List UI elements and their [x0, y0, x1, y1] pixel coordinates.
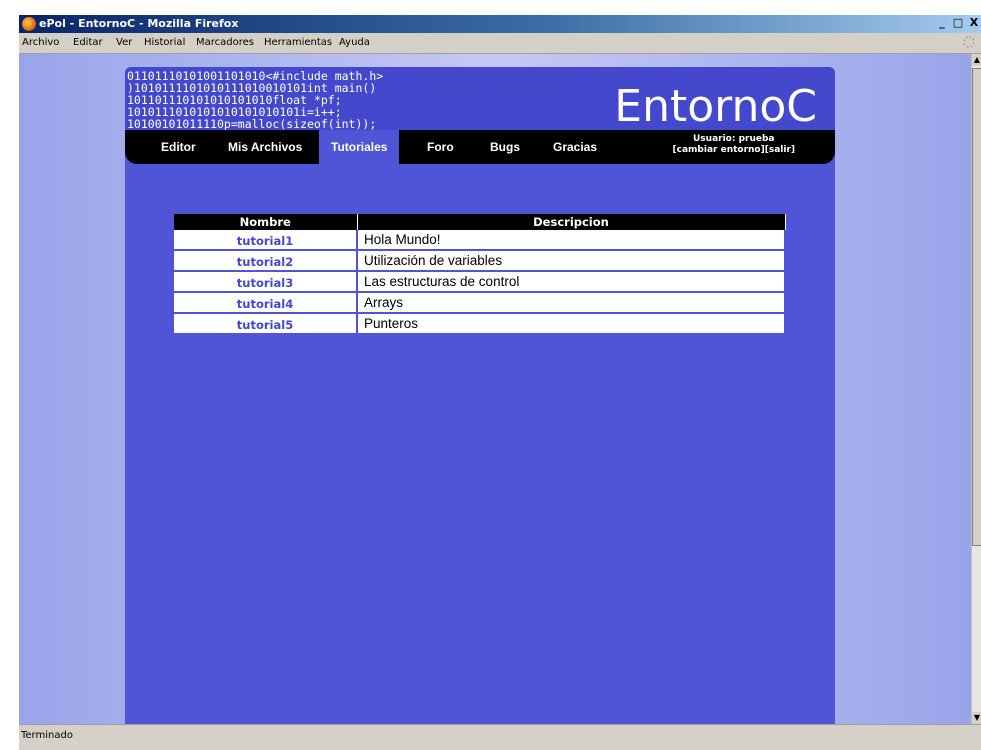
firefox-icon	[22, 17, 36, 31]
close-button[interactable]: X	[967, 17, 981, 30]
tutorial-link[interactable]: tutorial4	[237, 297, 293, 311]
tutorial-link[interactable]: tutorial1	[237, 234, 293, 248]
nav-editor[interactable]: Editor	[161, 140, 196, 154]
table-row: tutorial1 Hola Mundo!	[174, 230, 786, 251]
table-row: tutorial3 Las estructuras de control	[174, 271, 786, 293]
table-cell-name: tutorial4	[174, 292, 358, 314]
column-header-descripcion: Descripcion	[357, 214, 786, 230]
site-container: 01101110101001101010<#include math.h> )1…	[125, 67, 835, 724]
table-cell-name: tutorial5	[174, 313, 358, 335]
table-header-row: Nombre Descripcion	[174, 214, 786, 230]
table-cell-name: tutorial3	[174, 271, 358, 293]
window-controls: _ □ X	[935, 17, 981, 30]
table-cell-name: tutorial2	[174, 250, 358, 272]
scroll-up-icon[interactable]: ▲	[972, 54, 981, 66]
code-line-5: 10100101011110p=malloc(sizeof(int));	[127, 117, 377, 131]
menu-marcadores[interactable]: Marcadores	[196, 37, 254, 48]
browser-window: ePol - EntornoC - Mozilla Firefox _ □ X …	[19, 15, 981, 750]
table-row: tutorial5 Punteros	[174, 313, 786, 335]
scroll-thumb[interactable]	[972, 68, 981, 546]
nav-foro[interactable]: Foro	[427, 140, 454, 154]
nav-bugs[interactable]: Bugs	[490, 140, 520, 154]
table-cell-description: Las estructuras de control	[357, 271, 786, 293]
title-bar[interactable]: ePol - EntornoC - Mozilla Firefox _ □ X	[19, 15, 981, 33]
table-cell-name: tutorial1	[174, 230, 358, 251]
scroll-down-icon[interactable]: ▼	[972, 712, 981, 724]
maximize-button[interactable]: □	[951, 17, 965, 30]
menu-archivo[interactable]: Archivo	[22, 37, 59, 48]
table-cell-description: Utilización de variables	[357, 250, 786, 272]
status-bar: Terminado	[19, 724, 981, 750]
table-cell-description: Arrays	[357, 292, 786, 314]
nav-tutoriales[interactable]: Tutoriales	[319, 130, 400, 164]
menu-ver[interactable]: Ver	[116, 37, 132, 48]
table-row: tutorial2 Utilización de variables	[174, 250, 786, 272]
tutorials-table: Nombre Descripcion tutorial1 Hola Mundo!…	[174, 214, 786, 335]
tutorial-link[interactable]: tutorial2	[237, 255, 293, 269]
user-label: Usuario: prueba	[693, 134, 775, 144]
menu-historial[interactable]: Historial	[144, 37, 185, 48]
menu-editar[interactable]: Editar	[73, 37, 103, 48]
site-logo: EntornoC	[614, 81, 817, 132]
table-cell-description: Hola Mundo!	[357, 230, 786, 251]
tutorial-link[interactable]: tutorial3	[237, 276, 293, 290]
table-cell-description: Punteros	[357, 313, 786, 335]
menu-ayuda[interactable]: Ayuda	[339, 37, 370, 48]
user-info: Usuario: prueba [cambiar entorno][salir]	[673, 134, 795, 156]
nav-mis-archivos[interactable]: Mis Archivos	[228, 140, 302, 154]
tutorial-link[interactable]: tutorial5	[237, 318, 293, 332]
status-text: Terminado	[21, 730, 73, 741]
table-row: tutorial4 Arrays	[174, 292, 786, 314]
throbber-icon	[963, 36, 975, 48]
menu-bar: Archivo Editar Ver Historial Marcadores …	[19, 33, 981, 54]
page-viewport: 01101110101001101010<#include math.h> )1…	[19, 54, 971, 724]
vertical-scrollbar[interactable]: ▲ ▼	[971, 54, 981, 724]
main-nav: Editor Mis Archivos Tutoriales Foro Bugs…	[125, 130, 835, 164]
window-title: ePol - EntornoC - Mozilla Firefox	[39, 17, 239, 30]
minimize-button[interactable]: _	[935, 17, 949, 30]
menu-herramientas[interactable]: Herramientas	[264, 37, 332, 48]
column-header-nombre: Nombre	[174, 214, 358, 230]
nav-gracias[interactable]: Gracias	[553, 140, 597, 154]
user-links[interactable]: [cambiar entorno][salir]	[673, 145, 795, 155]
site-header: 01101110101001101010<#include math.h> )1…	[125, 67, 835, 132]
